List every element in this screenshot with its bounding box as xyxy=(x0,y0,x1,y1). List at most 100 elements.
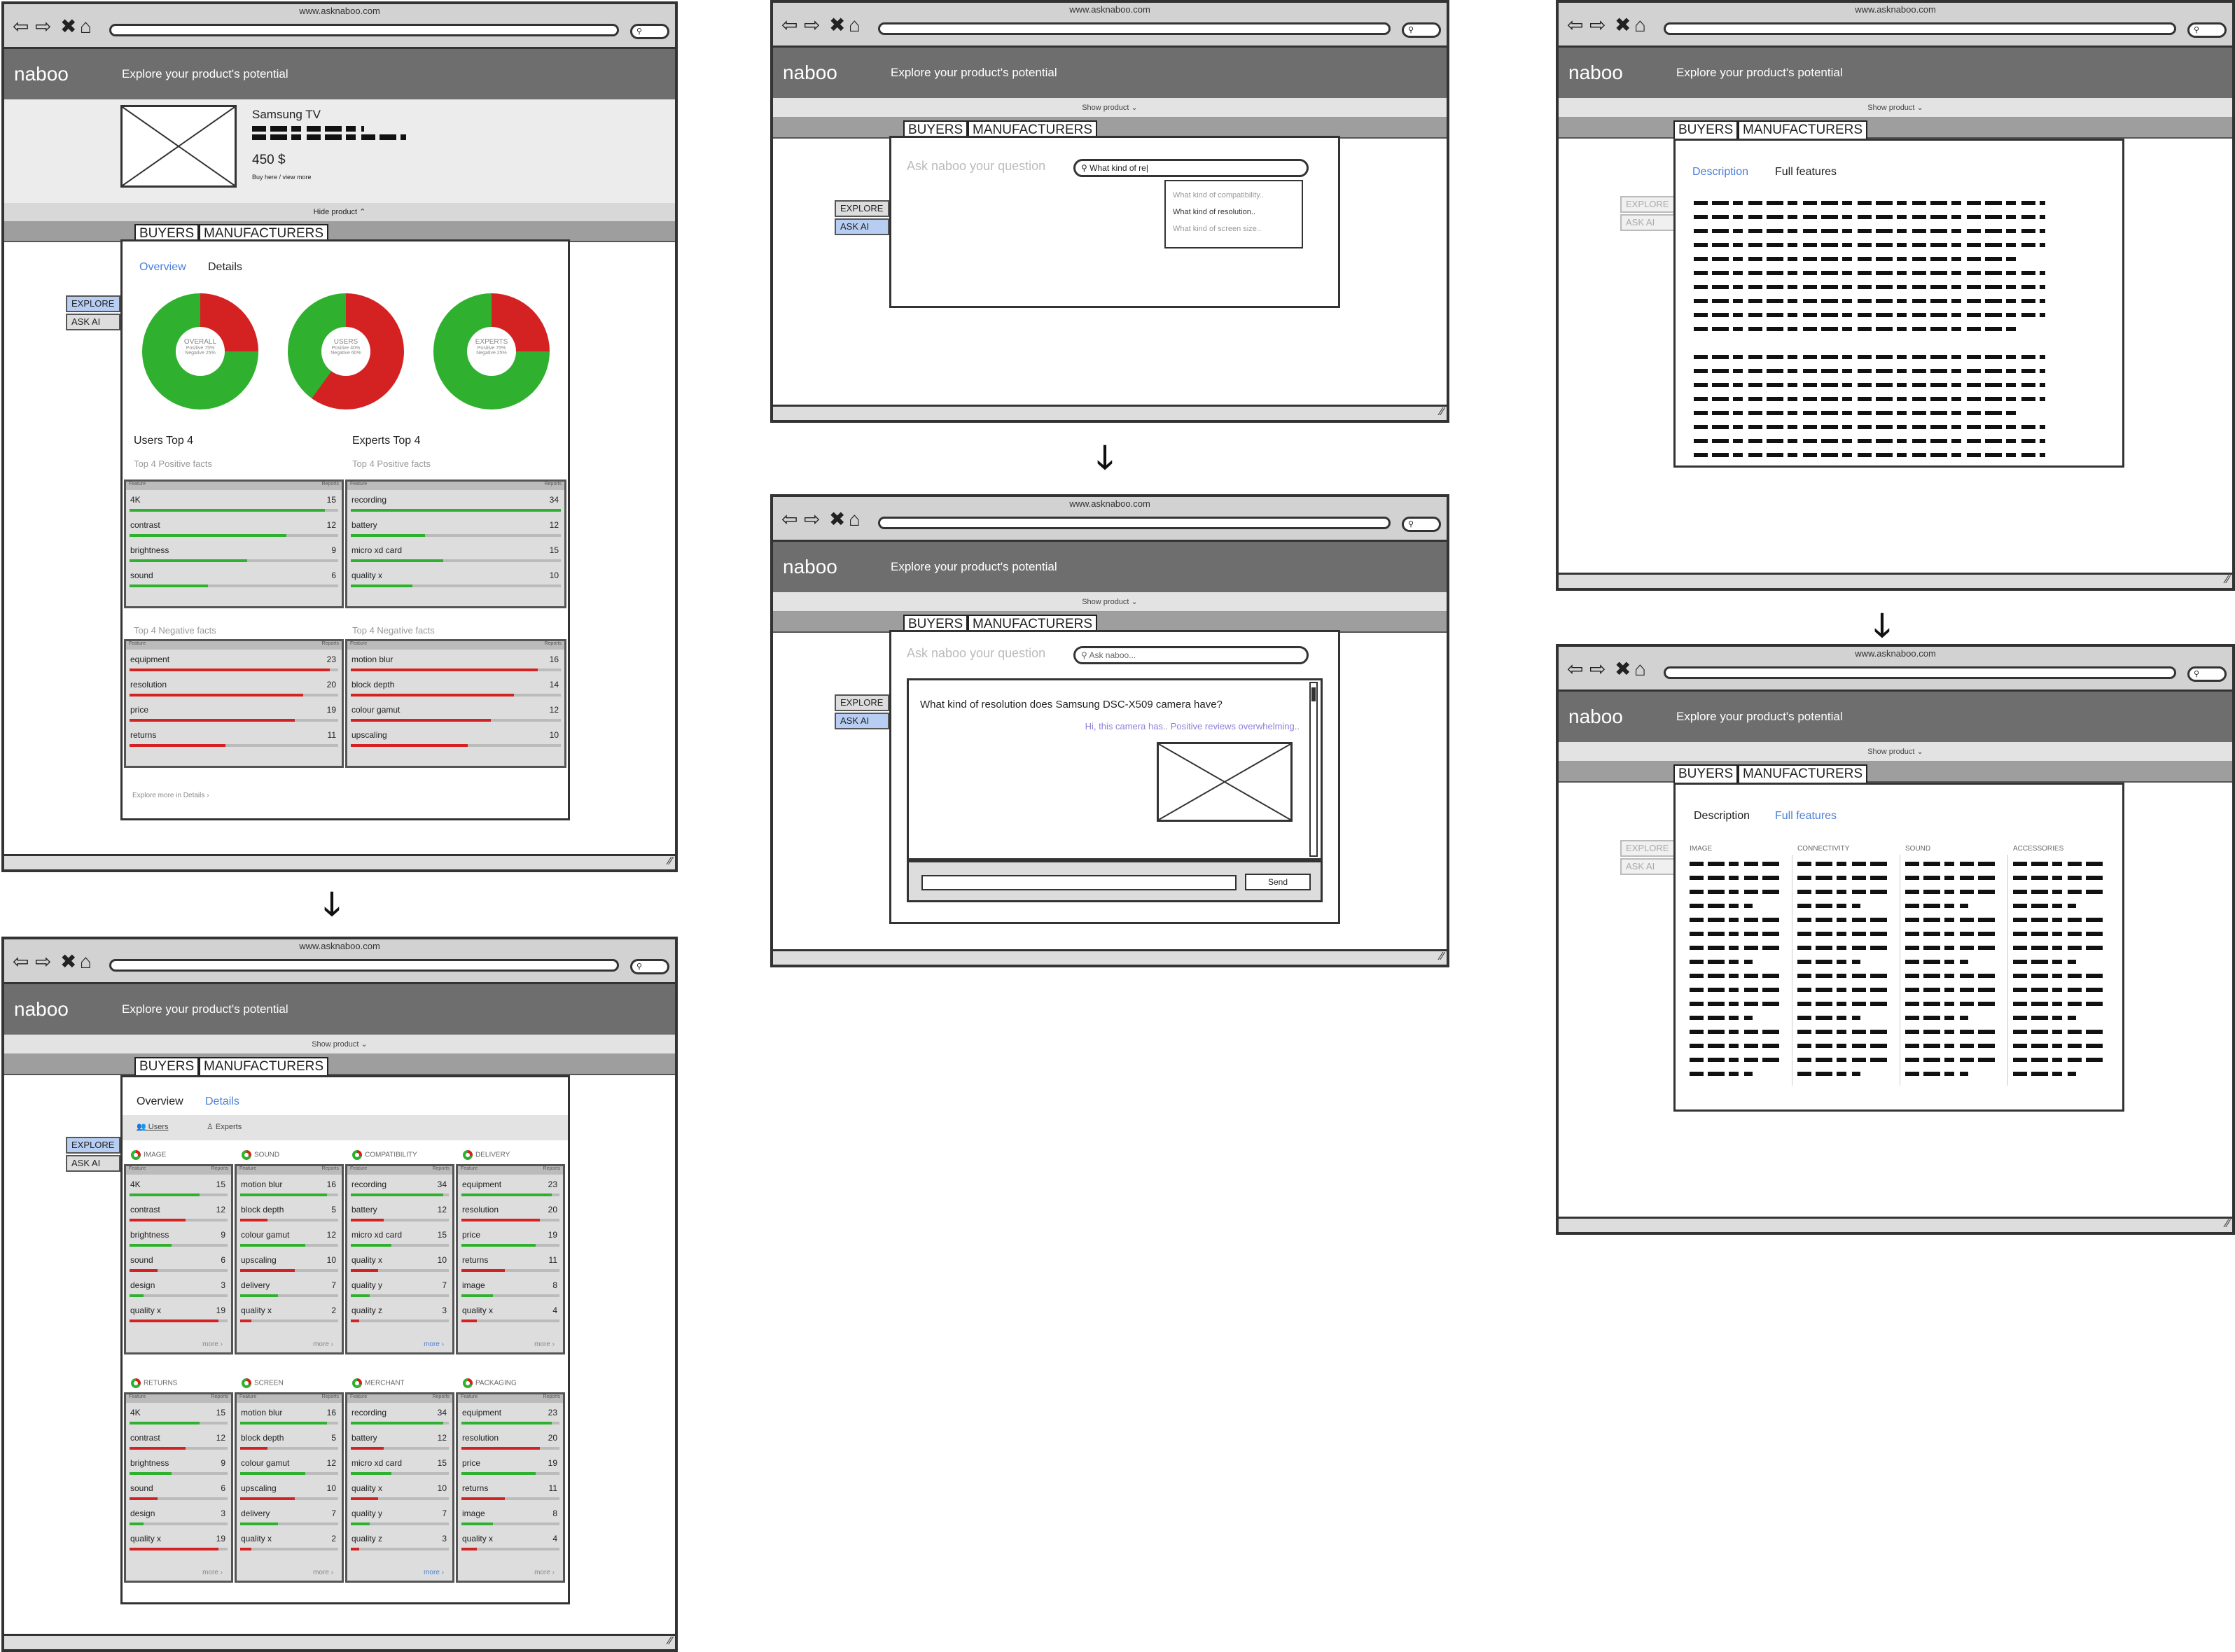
table-row[interactable]: block depth 5 xyxy=(237,1428,342,1453)
address-bar[interactable] xyxy=(1664,22,2176,35)
table-row[interactable]: quality z 3 xyxy=(347,1301,452,1326)
subtab-full-features[interactable]: Full features xyxy=(1775,810,1837,822)
address-bar[interactable] xyxy=(878,517,1391,529)
home-icon[interactable]: ⌂ xyxy=(1634,659,1646,679)
browser-search[interactable]: ⚲ xyxy=(2187,666,2227,682)
tab-buyers[interactable]: BUYERS xyxy=(1673,120,1739,140)
product-links[interactable]: Buy here / view more xyxy=(252,174,312,181)
table-row[interactable]: quality z 3 xyxy=(347,1529,452,1554)
table-row[interactable]: 4K 15 xyxy=(126,490,342,515)
table-row[interactable]: sound 6 xyxy=(126,1478,231,1504)
table-row[interactable]: micro xd card 15 xyxy=(347,1453,452,1478)
side-explore[interactable]: EXPLORE xyxy=(66,1137,120,1154)
table-row[interactable]: micro xd card 15 xyxy=(347,540,564,566)
naboo-logo[interactable]: naboo xyxy=(1568,706,1676,728)
table-row[interactable]: quality y 7 xyxy=(347,1275,452,1301)
home-icon[interactable]: ⌂ xyxy=(849,15,861,35)
side-ask-ai[interactable]: ASK AI xyxy=(835,218,889,235)
tab-manufacturers[interactable]: MANUFACTURERS xyxy=(1738,764,1868,784)
ask-input[interactable]: ⚲ What kind of re| xyxy=(1073,159,1309,177)
back-icon[interactable]: ⇦ xyxy=(781,510,798,529)
more-link[interactable]: more › xyxy=(202,1340,223,1348)
tab-manufacturers[interactable]: MANUFACTURERS xyxy=(199,1057,329,1077)
forward-icon[interactable]: ⇨ xyxy=(35,952,51,972)
naboo-logo[interactable]: naboo xyxy=(14,998,122,1021)
resize-handle-icon[interactable]: ⁄⁄ xyxy=(2226,1218,2229,1231)
browser-search[interactable]: ⚲ xyxy=(1402,22,1441,38)
suggestion-item[interactable]: What kind of resolution.. xyxy=(1173,204,1295,220)
table-row[interactable]: 4K 15 xyxy=(126,1403,231,1428)
back-icon[interactable]: ⇦ xyxy=(13,17,29,36)
more-link[interactable]: more › xyxy=(424,1569,444,1576)
table-row[interactable]: image 8 xyxy=(458,1275,563,1301)
side-ask-ai[interactable]: ASK AI xyxy=(66,1155,120,1172)
table-row[interactable]: resolution 20 xyxy=(126,675,342,700)
back-icon[interactable]: ⇦ xyxy=(781,15,798,35)
table-row[interactable]: motion blur 16 xyxy=(237,1403,342,1428)
more-link[interactable]: more › xyxy=(424,1340,444,1348)
forward-icon[interactable]: ⇨ xyxy=(35,17,51,36)
table-row[interactable]: delivery 7 xyxy=(237,1275,342,1301)
address-bar[interactable] xyxy=(109,24,619,36)
side-ask-ai[interactable]: ASK AI xyxy=(66,314,120,330)
home-icon[interactable]: ⌂ xyxy=(80,17,92,36)
more-link[interactable]: more › xyxy=(534,1340,555,1348)
browser-search[interactable]: ⚲ xyxy=(2187,22,2227,38)
tab-manufacturers[interactable]: MANUFACTURERS xyxy=(1738,120,1868,140)
table-row[interactable]: resolution 20 xyxy=(458,1428,563,1453)
forward-icon[interactable]: ⇨ xyxy=(804,510,820,529)
naboo-logo[interactable]: naboo xyxy=(1568,62,1676,84)
table-row[interactable]: quality y 7 xyxy=(347,1504,452,1529)
side-explore[interactable]: EXPLORE xyxy=(66,295,120,312)
chat-scrollbar[interactable] xyxy=(1309,682,1318,857)
resize-handle-icon[interactable]: ⁄⁄ xyxy=(1440,406,1444,419)
table-row[interactable]: design 3 xyxy=(126,1275,231,1301)
users-filter[interactable]: 👥 Users xyxy=(137,1122,169,1131)
subtab-full-features[interactable]: Full features xyxy=(1775,166,1837,178)
home-icon[interactable]: ⌂ xyxy=(1634,15,1646,35)
home-icon[interactable]: ⌂ xyxy=(849,510,861,529)
table-row[interactable]: motion blur 16 xyxy=(347,650,564,675)
stop-icon[interactable]: ✖ xyxy=(60,952,76,972)
table-row[interactable]: upscaling 10 xyxy=(347,725,564,750)
subtab-details[interactable]: Details xyxy=(205,1096,239,1108)
suggestion-item[interactable]: What kind of compatibility.. xyxy=(1173,187,1295,204)
table-row[interactable]: quality x 4 xyxy=(458,1529,563,1554)
send-button[interactable]: Send xyxy=(1245,874,1311,890)
side-explore[interactable]: EXPLORE xyxy=(835,200,889,217)
browser-search[interactable]: ⚲ xyxy=(630,959,669,974)
table-row[interactable]: sound 6 xyxy=(126,1250,231,1275)
table-row[interactable]: returns 11 xyxy=(126,725,342,750)
table-row[interactable]: battery 12 xyxy=(347,1428,452,1453)
tab-buyers[interactable]: BUYERS xyxy=(1673,764,1739,784)
naboo-logo[interactable]: naboo xyxy=(783,62,891,84)
tab-buyers[interactable]: BUYERS xyxy=(134,1057,200,1077)
table-row[interactable]: image 8 xyxy=(458,1504,563,1529)
table-row[interactable]: sound 6 xyxy=(126,566,342,591)
resize-handle-icon[interactable]: ⁄⁄ xyxy=(1440,951,1444,963)
table-row[interactable]: brightness 9 xyxy=(126,1453,231,1478)
table-row[interactable]: quality x 4 xyxy=(458,1301,563,1326)
stop-icon[interactable]: ✖ xyxy=(1615,15,1631,35)
table-row[interactable]: upscaling 10 xyxy=(237,1478,342,1504)
table-row[interactable]: recording 34 xyxy=(347,1175,452,1200)
forward-icon[interactable]: ⇨ xyxy=(804,15,820,35)
stop-icon[interactable]: ✖ xyxy=(1615,659,1631,679)
forward-icon[interactable]: ⇨ xyxy=(1589,15,1606,35)
hide-product-toggle[interactable]: Hide product ⌃ xyxy=(4,203,675,221)
show-product-toggle[interactable]: Show product ⌄ xyxy=(1559,742,2232,762)
side-ask-ai[interactable]: ASK AI xyxy=(835,713,889,729)
table-row[interactable]: recording 34 xyxy=(347,1403,452,1428)
ask-input[interactable]: ⚲ Ask naboo... xyxy=(1073,646,1309,664)
address-bar[interactable] xyxy=(109,959,619,972)
subtab-overview[interactable]: Overview xyxy=(137,1096,183,1108)
subtab-overview[interactable]: Overview xyxy=(139,261,186,274)
table-row[interactable]: block depth 5 xyxy=(237,1200,342,1225)
show-product-toggle[interactable]: Show product ⌄ xyxy=(1559,98,2232,118)
table-row[interactable]: quality x 19 xyxy=(126,1529,231,1554)
subtab-details[interactable]: Details xyxy=(208,261,242,274)
show-product-toggle[interactable]: Show product ⌄ xyxy=(773,98,1447,118)
more-link[interactable]: more › xyxy=(202,1569,223,1576)
table-row[interactable]: contrast 12 xyxy=(126,1200,231,1225)
naboo-logo[interactable]: naboo xyxy=(14,63,122,85)
